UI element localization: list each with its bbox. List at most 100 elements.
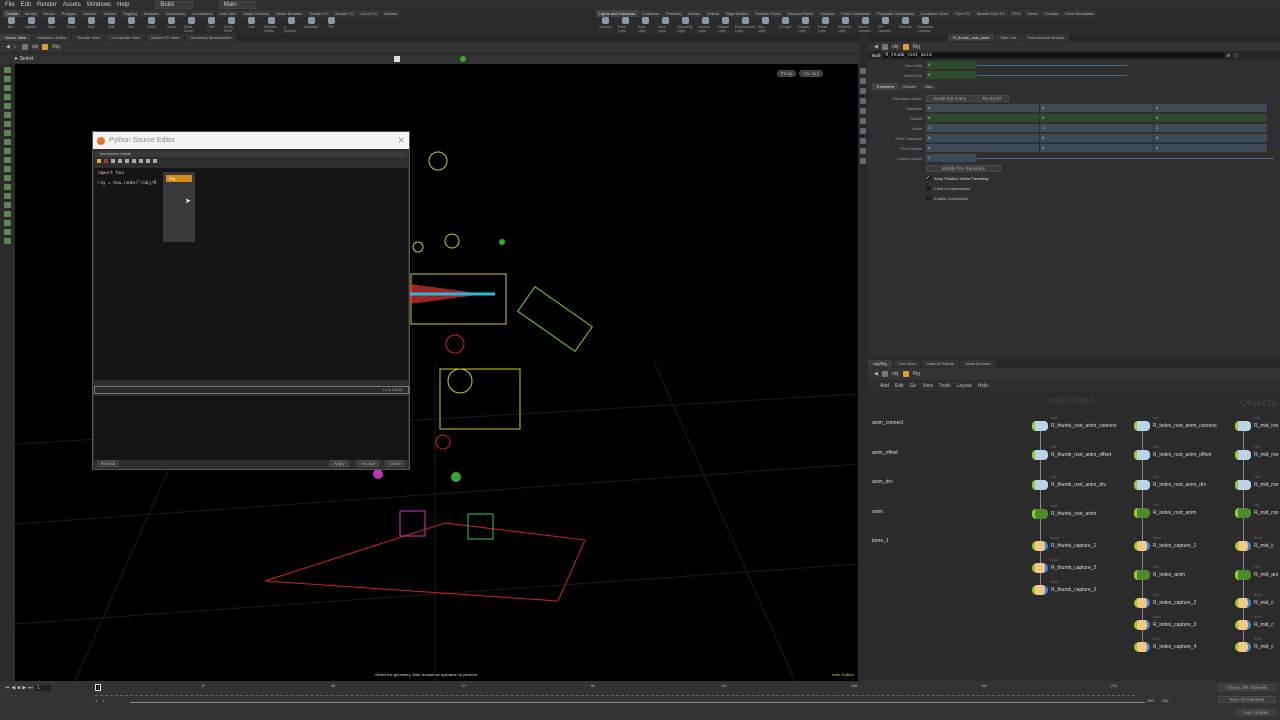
tool-icon[interactable] — [4, 148, 11, 154]
network-node[interactable]: Null R_thumb_root_anim_offset — [1032, 445, 1111, 460]
tool-icon[interactable] — [4, 112, 11, 118]
network-node[interactable]: Null R_mid_roo — [1235, 416, 1278, 431]
indent-icon[interactable] — [139, 159, 143, 163]
display-icon[interactable] — [860, 128, 866, 134]
network-node[interactable]: Bone R_thumb_capture_3 — [1032, 580, 1096, 595]
network-link-label[interactable]: anim — [872, 509, 883, 515]
shelf-tab[interactable]: Constraints — [189, 10, 216, 17]
auto-update-menu[interactable]: Auto Update — [1236, 709, 1276, 716]
network-node[interactable]: Bone R_mid_c — [1235, 615, 1274, 630]
tool-icon[interactable] — [4, 238, 11, 244]
close-button[interactable]: Close — [385, 460, 405, 467]
pane-tab[interactable]: Composite View — [106, 34, 146, 41]
shelf-tool[interactable]: Line — [124, 17, 138, 29]
tool-icon[interactable] — [4, 211, 11, 217]
back-icon[interactable]: ◀ — [874, 44, 878, 50]
path-rig[interactable]: Rig — [52, 44, 60, 50]
pane-tab[interactable]: Performance Monitor — [1022, 34, 1070, 41]
shelf-tool[interactable]: File — [324, 17, 338, 29]
tool-icon[interactable] — [4, 76, 11, 82]
network-node[interactable]: Null R_mid_ani — [1235, 565, 1278, 580]
network-menu-item[interactable]: Tools — [939, 383, 951, 389]
pane-tab[interactable]: R_thumb_root_anim — [948, 34, 995, 41]
shelf-tab[interactable]: Grains — [685, 10, 704, 17]
tool-icon[interactable] — [4, 184, 11, 190]
path-rig[interactable]: Rig — [913, 371, 921, 377]
bend-slider[interactable] — [977, 64, 1127, 66]
first-frame-icon[interactable]: ⏮ — [5, 685, 10, 691]
pane-tab[interactable]: Motion FX View — [146, 34, 185, 41]
end-frame-2[interactable]: 240 — [1162, 698, 1169, 703]
shelf-tab[interactable]: Vellum — [704, 10, 723, 17]
tool-icon[interactable] — [4, 103, 11, 109]
play-icon[interactable]: ▶ — [22, 685, 26, 691]
frame-field[interactable]: 1 — [34, 685, 51, 691]
network-node[interactable]: Null R_mid_roo — [1235, 445, 1278, 460]
value-field[interactable]: 0 — [1154, 144, 1267, 152]
shelf-tab[interactable]: Pyro FX — [952, 10, 973, 17]
shelf-tool[interactable]: Grid — [84, 17, 98, 29]
shelf-tool[interactable]: Ambient Light — [838, 17, 852, 33]
network-node[interactable]: Bone R_thumb_capture_1 — [1032, 536, 1096, 551]
display-icon[interactable] — [860, 68, 866, 74]
path-rig[interactable]: Rig — [913, 44, 921, 50]
network-node[interactable]: Bone R_index_capture_1 — [1134, 536, 1196, 551]
shelf-tab[interactable]: Particles — [662, 10, 685, 17]
last-frame-icon[interactable]: ⏭ — [28, 685, 33, 691]
shelf-tab[interactable]: Rigging — [120, 10, 140, 17]
pane-tab[interactable]: Render View — [72, 34, 106, 41]
output-area[interactable] — [94, 396, 408, 460]
shelf-tool[interactable]: Portal Light — [818, 17, 832, 33]
comment-icon[interactable] — [153, 159, 157, 163]
shelf-tab[interactable]: Guide Process — [239, 10, 272, 17]
shelf-tab[interactable]: Terrain FX — [306, 10, 331, 17]
network-node[interactable]: Null R_index_root_anim — [1134, 503, 1196, 518]
shelf-tool[interactable]: Null — [104, 17, 118, 29]
menu-file[interactable]: File — [5, 2, 15, 8]
shelf-tab[interactable]: Simple FX — [331, 10, 357, 17]
network-node[interactable]: Null R_index_root_anim_drv — [1134, 475, 1206, 490]
close-icon[interactable]: ✕ — [397, 135, 405, 146]
help-icon[interactable]: ⓘ — [1234, 53, 1239, 59]
pane-tab[interactable]: Take List — [995, 34, 1022, 41]
display-icon[interactable] — [860, 108, 866, 114]
tool-icon[interactable] — [4, 85, 11, 91]
shelf-tab[interactable]: Hair Utils — [216, 10, 239, 17]
network-editor[interactable]: Indie Edition Objects anim_connect anim_o… — [868, 392, 1280, 660]
checkbox[interactable] — [926, 185, 931, 191]
shelf-tab[interactable]: Muscles — [141, 10, 162, 17]
tool-icon[interactable] — [4, 67, 11, 73]
select-mode-icon[interactable] — [393, 56, 400, 62]
network-tab[interactable]: Material Palette — [921, 360, 960, 367]
shelf-tool[interactable]: Path — [204, 17, 218, 29]
value-field[interactable]: 0 — [926, 144, 1039, 152]
shelf-tab[interactable]: Deform — [80, 10, 100, 17]
display-icon[interactable] — [860, 138, 866, 144]
transform-order-select[interactable]: Scale Rot Trans — [926, 94, 974, 102]
tool-icon[interactable] — [4, 121, 11, 127]
code-editor[interactable]: import hou rig = hou.node("/obj/R — [94, 168, 408, 380]
save-icon[interactable] — [146, 159, 150, 163]
display-icon[interactable] — [860, 78, 866, 84]
copy-icon[interactable] — [111, 159, 115, 163]
tool-icon[interactable] — [4, 94, 11, 100]
network-link-label[interactable]: bone_1 — [872, 538, 889, 544]
network-node[interactable]: Bone R_index_capture_4 — [1134, 637, 1196, 652]
cam-menu[interactable]: No cam — [799, 70, 823, 77]
shelf-tab[interactable]: Sparse Pyro FX — [973, 10, 1008, 17]
shelf-tool[interactable]: Area Light — [658, 17, 672, 33]
shelf-tool[interactable]: Caustic Light — [798, 17, 812, 33]
shelf-tab[interactable]: Characters — [162, 10, 189, 17]
menu-render[interactable]: Render — [37, 2, 57, 8]
shelf-tool[interactable]: Switcher — [898, 17, 912, 29]
shelf-tab[interactable]: FEM — [1008, 10, 1024, 17]
gear-icon[interactable]: ⚙ — [1227, 53, 1231, 59]
value-field[interactable]: 0 — [1040, 104, 1153, 112]
shelf-tab[interactable]: Guide Brushes — [272, 10, 306, 17]
path-obj[interactable]: obj — [892, 371, 899, 377]
shelf-tab[interactable]: Modify — [22, 10, 40, 17]
shelf-tab[interactable]: Model — [40, 10, 58, 17]
uniform-scale-slider[interactable] — [977, 157, 1274, 159]
shelf-tab[interactable]: Crowds — [1041, 10, 1062, 17]
network-node[interactable]: Null R_thumb_root_anim_connect — [1032, 416, 1117, 431]
